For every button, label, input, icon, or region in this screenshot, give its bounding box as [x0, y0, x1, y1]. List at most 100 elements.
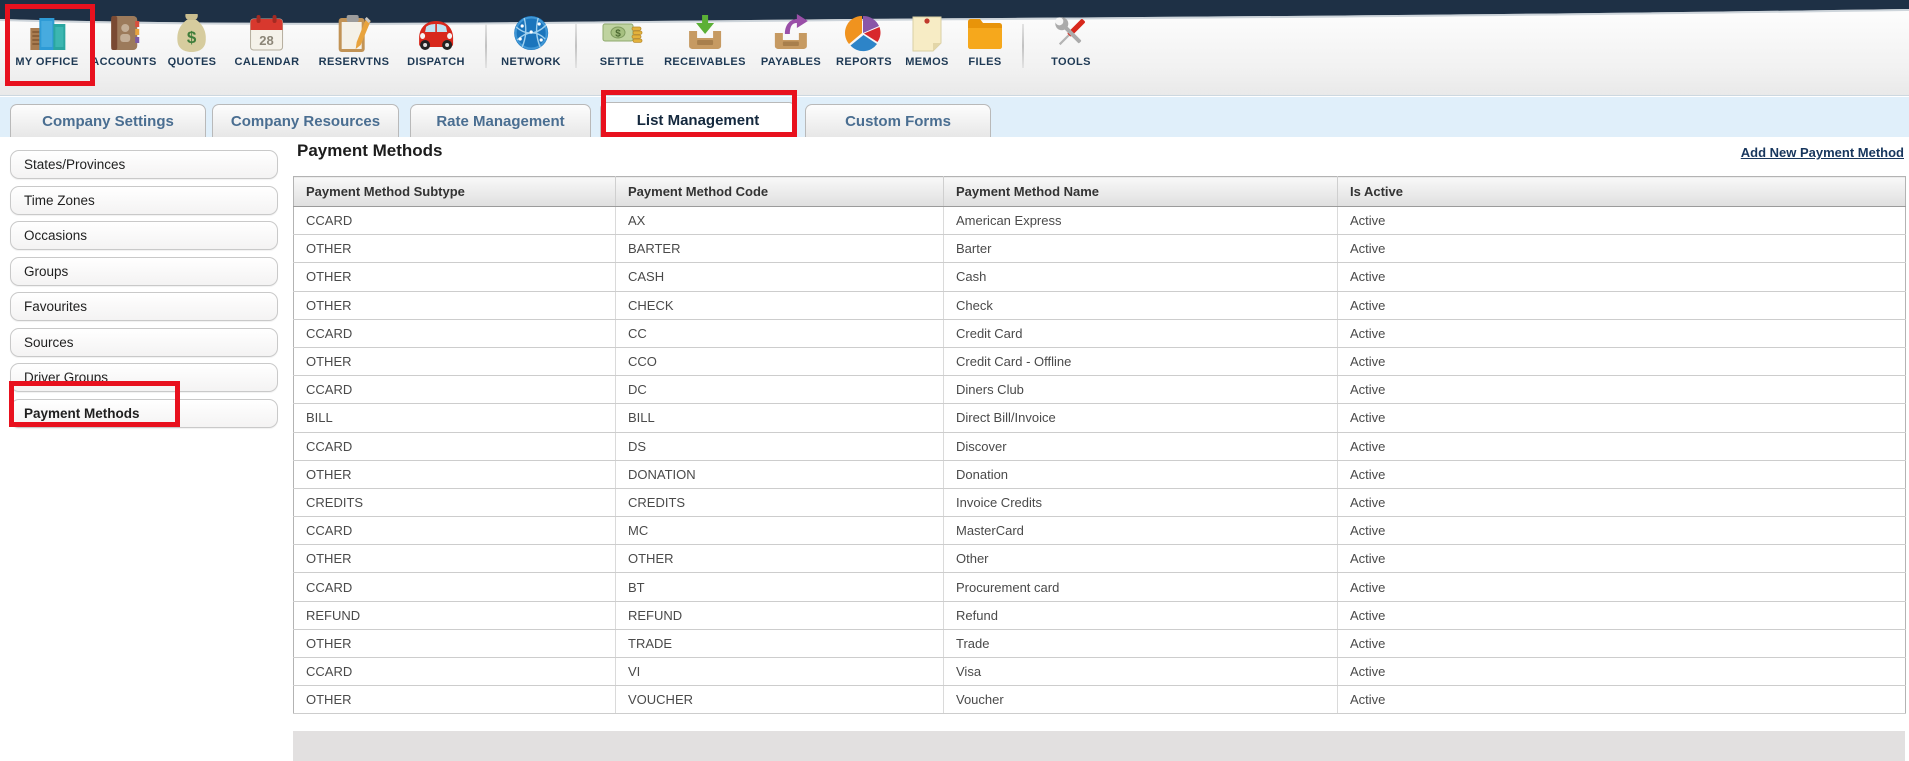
- table-row[interactable]: OTHER CASH Cash Active: [293, 262, 1906, 292]
- table-cell: REFUND: [293, 601, 616, 630]
- toolbar-item-quotes[interactable]: $ QUOTES: [168, 12, 217, 68]
- sidebar-item-occasions[interactable]: Occasions: [10, 221, 278, 250]
- toolbar-item-label: RESERVTNS: [318, 56, 390, 68]
- toolbar-item-reservtns[interactable]: RESERVTNS: [319, 12, 390, 68]
- table-row[interactable]: CCARD DS Discover Active: [293, 432, 1906, 461]
- table-cell: OTHER: [293, 544, 616, 574]
- table-cell: OTHER: [615, 544, 944, 574]
- table-cell: REFUND: [615, 601, 944, 630]
- sidebar-item-sources[interactable]: Sources: [10, 327, 278, 357]
- table-row[interactable]: OTHER CHECK Check Active: [293, 291, 1906, 320]
- table-cell: Active: [1337, 206, 1906, 236]
- toolbar-separator: [1022, 24, 1024, 68]
- table-cell: Check: [943, 291, 1338, 320]
- table-cell: CCARD: [293, 657, 616, 687]
- sidebar-item-driver-groups[interactable]: Driver Groups: [10, 363, 278, 392]
- table-cell: OTHER: [293, 234, 616, 264]
- toolbar-item-tools[interactable]: TOOLS: [1048, 12, 1094, 68]
- table-cell: AX: [615, 206, 944, 236]
- toolbar-item-settle[interactable]: $ SETTLE: [599, 12, 645, 68]
- toolbar-item-label: MY OFFICE: [15, 56, 79, 68]
- table-cell: CCARD: [293, 206, 616, 236]
- toolbar-item-calendar[interactable]: 28 CALENDAR: [235, 12, 300, 68]
- table-cell: Voucher: [943, 685, 1338, 715]
- table-cell: Credit Card: [943, 319, 1338, 348]
- table-row[interactable]: CCARD VI Visa Active: [293, 657, 1906, 687]
- table-row[interactable]: REFUND REFUND Refund Active: [293, 601, 1906, 630]
- toolbar-item-reports[interactable]: REPORTS: [836, 12, 892, 68]
- table-row[interactable]: CCARD AX American Express Active: [293, 206, 1906, 236]
- table-row[interactable]: CCARD DC Diners Club Active: [293, 375, 1906, 405]
- table-cell: OTHER: [293, 460, 616, 489]
- toolbar-item-receivables[interactable]: RECEIVABLES: [664, 12, 746, 68]
- table-cell: CCARD: [293, 516, 616, 546]
- toolbar-item-files[interactable]: FILES: [962, 12, 1008, 68]
- table-cell: Discover: [943, 432, 1338, 461]
- table-row[interactable]: OTHER VOUCHER Voucher Active: [293, 685, 1906, 715]
- table-cell: OTHER: [293, 291, 616, 320]
- table-cell: CREDITS: [293, 488, 616, 518]
- toolbar-item-label: DISPATCH: [407, 56, 465, 68]
- toolbar-item-dispatch[interactable]: DISPATCH: [407, 12, 465, 68]
- table-row[interactable]: OTHER CCO Credit Card - Offline Active: [293, 347, 1906, 377]
- calendar-icon: 28: [244, 12, 290, 54]
- toolbar-item-label: ACCOUNTS: [91, 56, 157, 68]
- tab-custom-forms[interactable]: Custom Forms: [805, 104, 991, 137]
- table-cell: Active: [1337, 488, 1906, 518]
- table-row[interactable]: CCARD MC MasterCard Active: [293, 516, 1906, 546]
- table-cell: Active: [1337, 460, 1906, 489]
- table-cell: BILL: [615, 403, 944, 433]
- add-new-payment-method-link[interactable]: Add New Payment Method: [1741, 145, 1904, 160]
- table-row[interactable]: CREDITS CREDITS Invoice Credits Active: [293, 488, 1906, 518]
- toolbar-separator: [575, 24, 577, 68]
- tools-icon: [1048, 12, 1094, 54]
- table-cell: TRADE: [615, 629, 944, 659]
- table-cell: Other: [943, 544, 1338, 574]
- car-icon: [413, 12, 459, 54]
- sidebar-item-groups[interactable]: Groups: [10, 256, 278, 286]
- toolbar-item-label: SETTLE: [599, 56, 645, 68]
- inbox-in-icon: [682, 12, 728, 54]
- sidebar-item-favourites[interactable]: Favourites: [10, 292, 278, 321]
- table-cell: CC: [615, 319, 944, 348]
- tab-list-management[interactable]: List Management: [600, 102, 796, 137]
- table-cell: Cash: [943, 262, 1338, 292]
- column-header-payment-method-code: Payment Method Code: [615, 176, 944, 207]
- tab-company-settings[interactable]: Company Settings: [10, 104, 206, 137]
- sidebar-item-states-provinces[interactable]: States/Provinces: [10, 150, 278, 179]
- table-row[interactable]: BILL BILL Direct Bill/Invoice Active: [293, 403, 1906, 433]
- table-cell: Credit Card - Offline: [943, 347, 1338, 377]
- cash-icon: $: [599, 12, 645, 54]
- table-row[interactable]: OTHER OTHER Other Active: [293, 544, 1906, 574]
- sidebar-item-payment-methods[interactable]: Payment Methods: [10, 398, 278, 428]
- toolbar-item-memos[interactable]: MEMOS: [904, 12, 950, 68]
- table-cell: Procurement card: [943, 572, 1338, 602]
- table-cell: CHECK: [615, 291, 944, 320]
- table-cell: DS: [615, 432, 944, 461]
- toolbar-item-my-office[interactable]: MY OFFICE: [15, 12, 78, 68]
- toolbar-item-label: QUOTES: [167, 56, 217, 68]
- tab-rate-management[interactable]: Rate Management: [410, 104, 591, 137]
- toolbar-item-payables[interactable]: PAYABLES: [761, 12, 821, 68]
- payment-methods-table: Payment Method Subtype Payment Method Cod…: [293, 176, 1906, 715]
- toolbar-item-accounts[interactable]: ACCOUNTS: [91, 12, 157, 68]
- table-row[interactable]: CCARD CC Credit Card Active: [293, 319, 1906, 348]
- address-book-icon: [101, 12, 147, 54]
- table-cell: OTHER: [293, 685, 616, 715]
- table-cell: VOUCHER: [615, 685, 944, 715]
- table-row[interactable]: OTHER BARTER Barter Active: [293, 234, 1906, 264]
- table-row[interactable]: OTHER DONATION Donation Active: [293, 460, 1906, 489]
- toolbar-item-label: RECEIVABLES: [664, 56, 746, 68]
- table-cell: DONATION: [615, 460, 944, 489]
- toolbar-item-network[interactable]: NETWORK: [501, 12, 561, 68]
- main-toolbar: MY OFFICE ACCOUNTS $ QUOTES 28 CALENDAR RESERV…: [0, 0, 1909, 96]
- sidebar-item-time-zones[interactable]: Time Zones: [10, 185, 278, 215]
- tab-company-resources[interactable]: Company Resources: [212, 104, 399, 137]
- list-management-sidebar: States/Provinces Time Zones Occasions Group…: [10, 150, 278, 434]
- table-row[interactable]: CCARD BT Procurement card Active: [293, 572, 1906, 602]
- svg-text:$: $: [187, 28, 197, 47]
- folder-icon: [962, 12, 1008, 54]
- table-cell: Active: [1337, 403, 1906, 433]
- table-row[interactable]: OTHER TRADE Trade Active: [293, 629, 1906, 659]
- toolbar-separator: [485, 24, 487, 68]
